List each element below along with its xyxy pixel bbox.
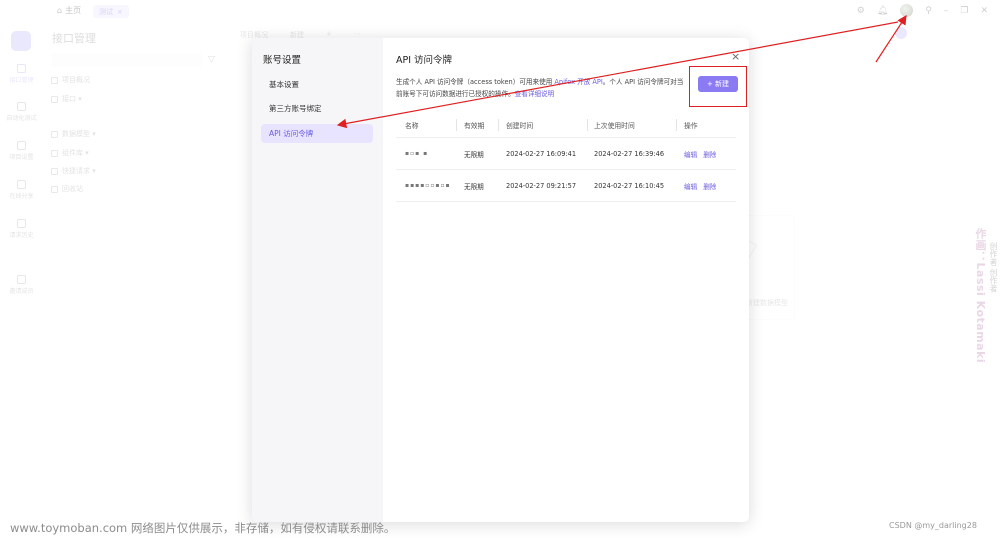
token-validity: 无限期 [464, 150, 484, 159]
token-last-used: 2024-02-27 16:10:45 [594, 181, 665, 190]
token-name: ▪▪▪▪▫▫▪▫▪ [405, 182, 451, 189]
table-header: 名称 有效期 创建时间 上次使用时间 操作 [396, 112, 736, 138]
home-label: 主页 [65, 6, 82, 15]
token-validity: 无限期 [464, 182, 484, 191]
sidebar-item-api-token[interactable]: API 访问令牌 [261, 124, 373, 143]
close-icon[interactable]: × [731, 50, 740, 63]
edit-button[interactable]: 编辑 [684, 181, 697, 191]
restore-icon[interactable]: ❐ [960, 6, 968, 16]
gear-icon[interactable]: ⚙ [857, 6, 865, 16]
token-created: 2024-02-27 09:21:57 [506, 181, 577, 190]
project-tab[interactable]: 测试 × [93, 5, 129, 18]
project-tab-label: 测试 [99, 7, 113, 16]
col-last-used: 上次使用时间 [594, 121, 635, 130]
open-api-link[interactable]: Apifox 开放 API [554, 78, 602, 86]
home-tab[interactable]: ⌂ 主页 [57, 5, 81, 16]
sidebar-item-basic-settings[interactable]: 基本设置 [261, 75, 373, 94]
edit-button[interactable]: 编辑 [684, 149, 697, 159]
site-watermark: www.toymoban.com 网络图片仅供展示，非存储，如有侵权请联系删除。 [10, 521, 396, 535]
sidebar-title: 账号设置 [263, 55, 302, 66]
col-actions: 操作 [684, 121, 698, 130]
table-row: ▪▫▪ ▪ 无限期 2024-02-27 16:09:41 2024-02-27… [396, 138, 736, 170]
window-controls: ⚙ 🔔︎ ⚲ – ❐ ✕ [857, 4, 988, 17]
avatar[interactable] [900, 4, 914, 17]
modal-main: API 访问令牌 × 生成个人 API 访问令牌（access token）可用… [383, 38, 749, 522]
token-created: 2024-02-27 16:09:41 [506, 149, 577, 158]
col-name: 名称 [405, 121, 419, 130]
close-tab-icon[interactable]: × [117, 8, 123, 16]
modal-sidebar: 账号设置 基本设置 第三方账号绑定 API 访问令牌 [252, 38, 383, 522]
token-name: ▪▫▪ ▪ [405, 150, 429, 157]
col-validity: 有效期 [464, 121, 485, 130]
delete-button[interactable]: 删除 [703, 181, 716, 191]
new-token-button[interactable]: + 新建 [698, 76, 738, 92]
minimize-icon[interactable]: – [944, 6, 949, 16]
col-created: 创建时间 [506, 121, 534, 130]
token-table: 名称 有效期 创建时间 上次使用时间 操作 ▪▫▪ ▪ 无限期 2024-02-… [396, 112, 736, 202]
details-link[interactable]: 查看详细说明 [515, 90, 555, 98]
token-description: 生成个人 API 访问令牌（access token）可用来使用 Apifox … [396, 78, 684, 98]
token-actions: 编辑 删除 [684, 138, 722, 169]
token-last-used: 2024-02-27 16:39:46 [594, 149, 665, 158]
title-bar: ⌂ 主页 测试 × ⚙ 🔔︎ ⚲ – ❐ ✕ [0, 0, 1000, 22]
table-row: ▪▪▪▪▫▫▪▫▪ 无限期 2024-02-27 09:21:57 2024-0… [396, 170, 736, 202]
close-icon[interactable]: ✕ [980, 6, 988, 16]
sidebar-item-third-party-binding[interactable]: 第三方账号绑定 [261, 99, 373, 118]
bell-icon[interactable]: 🔔︎ [877, 6, 888, 16]
page-title: API 访问令牌 [396, 55, 453, 66]
token-actions: 编辑 删除 [684, 170, 722, 201]
csdn-watermark: CSDN @my_darling28 [889, 521, 977, 530]
delete-button[interactable]: 删除 [703, 149, 716, 159]
account-settings-modal: 账号设置 基本设置 第三方账号绑定 API 访问令牌 API 访问令牌 × 生成… [252, 38, 749, 522]
home-icon: ⌂ [57, 6, 63, 15]
pin-icon[interactable]: ⚲ [925, 6, 932, 16]
